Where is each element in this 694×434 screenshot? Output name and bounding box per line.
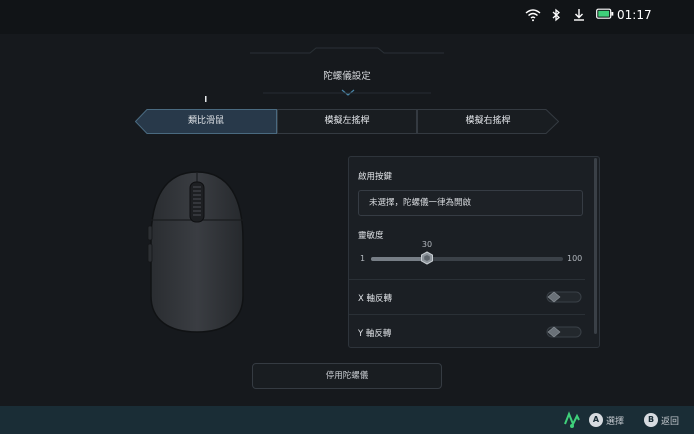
slider-fill [371, 257, 427, 261]
enable-key-label: 啟用按鍵 [358, 172, 393, 182]
app-logo-icon [564, 411, 580, 428]
tab-left-stick[interactable]: 模擬左搖桿 [277, 109, 417, 134]
back-hint[interactable]: 返回 [661, 414, 679, 427]
download-icon [573, 8, 585, 24]
tab-label: 類比滑鼠 [187, 116, 224, 126]
tab-analog-mouse[interactable]: 類比滑鼠 [135, 109, 277, 134]
header-decoration [250, 47, 444, 54]
title-underline [263, 92, 431, 94]
sensitivity-value: 30 [421, 240, 433, 249]
bluetooth-icon [551, 8, 561, 24]
y-invert-toggle[interactable] [546, 325, 582, 339]
sensitivity-min: 1 [360, 254, 366, 263]
sensitivity-slider[interactable] [371, 257, 563, 261]
battery-icon [596, 8, 614, 24]
divider [349, 279, 585, 280]
panel-scrollbar[interactable] [594, 158, 597, 334]
wifi-icon [525, 8, 541, 24]
b-button-icon: B [644, 413, 658, 427]
settings-panel [348, 156, 600, 348]
x-invert-toggle[interactable] [546, 290, 582, 304]
mouse-illustration [147, 171, 244, 333]
sensitivity-label: 靈敏度 [358, 231, 384, 241]
confirm-hint[interactable]: 選擇 [606, 414, 624, 427]
status-bar: 01:17 [0, 0, 694, 34]
tab-indicator [205, 96, 207, 102]
x-invert-label: X 軸反轉 [358, 294, 393, 304]
a-button-icon: A [589, 413, 603, 427]
tab-right-stick[interactable]: 模擬右搖桿 [417, 109, 559, 134]
enable-key-select[interactable]: 未選擇，陀螺儀一律為開啟 [358, 190, 583, 216]
divider [349, 314, 585, 315]
disable-gyro-button[interactable]: 停用陀螺儀 [252, 363, 442, 389]
clock-text: 01:17 [617, 8, 652, 22]
tab-label: 模擬左搖桿 [324, 116, 370, 126]
tab-label: 模擬右搖桿 [465, 116, 511, 126]
page-title: 陀螺儀設定 [323, 71, 371, 82]
y-invert-label: Y 軸反轉 [358, 329, 392, 339]
slider-handle[interactable] [420, 251, 434, 265]
sensitivity-max: 100 [567, 254, 583, 263]
